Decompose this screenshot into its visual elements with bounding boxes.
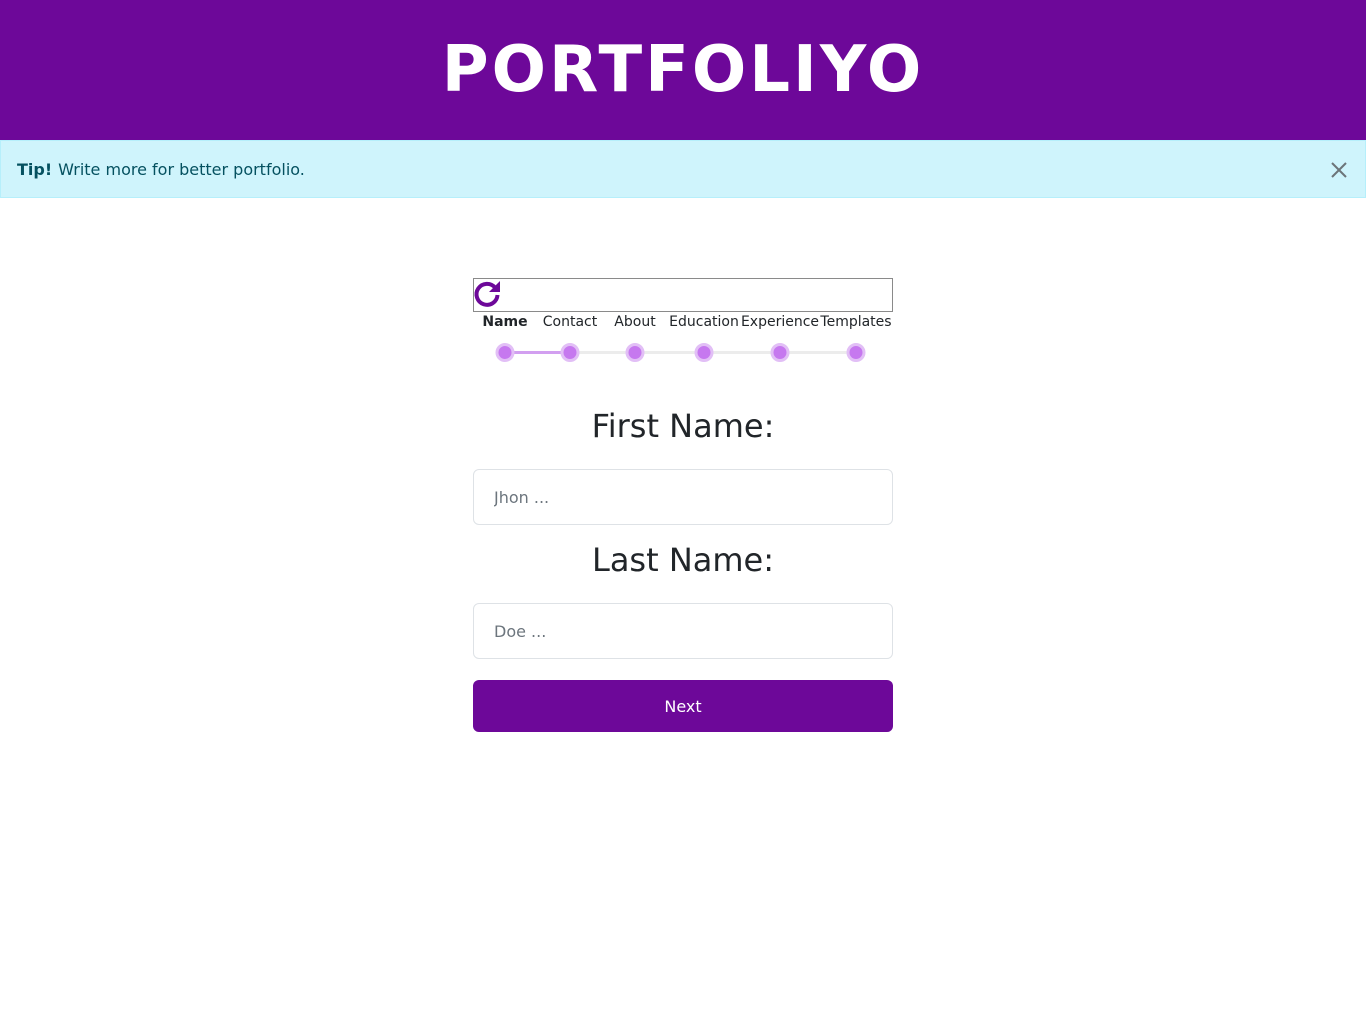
step-label-experience[interactable]: Experience: [741, 314, 819, 330]
app-header: PORTFOLIYO: [0, 0, 1366, 140]
step-dot-about[interactable]: [625, 343, 645, 362]
step-dot-experience[interactable]: [770, 343, 790, 362]
close-icon[interactable]: [1327, 158, 1351, 182]
step-dot-education[interactable]: [694, 343, 714, 362]
first-name-input[interactable]: [473, 469, 893, 525]
step-label-education[interactable]: Education: [669, 314, 739, 330]
step-dot-contact[interactable]: [560, 343, 580, 362]
step-dot-name[interactable]: [495, 343, 515, 362]
last-name-label: Last Name:: [591, 541, 774, 579]
step-dot-templates[interactable]: [846, 343, 866, 362]
step-label-contact[interactable]: Contact: [543, 314, 597, 330]
last-name-input[interactable]: [473, 603, 893, 659]
tip-alert: Tip! Write more for better portfolio.: [0, 140, 1366, 198]
step-label-about[interactable]: About: [614, 314, 655, 330]
alert-strong: Tip!: [17, 159, 53, 179]
step-label-templates[interactable]: Templates: [820, 314, 891, 330]
next-button[interactable]: Next: [473, 680, 893, 732]
step-track: [704, 351, 780, 354]
reload-bar: [473, 278, 893, 312]
alert-text: Write more for better portfolio.: [58, 159, 305, 179]
step-track: [780, 351, 856, 354]
step-label-name[interactable]: Name: [482, 314, 527, 330]
reload-icon[interactable]: [473, 279, 503, 309]
brand-title: PORTFOLIYO: [441, 32, 925, 107]
first-name-label: First Name:: [591, 407, 775, 445]
